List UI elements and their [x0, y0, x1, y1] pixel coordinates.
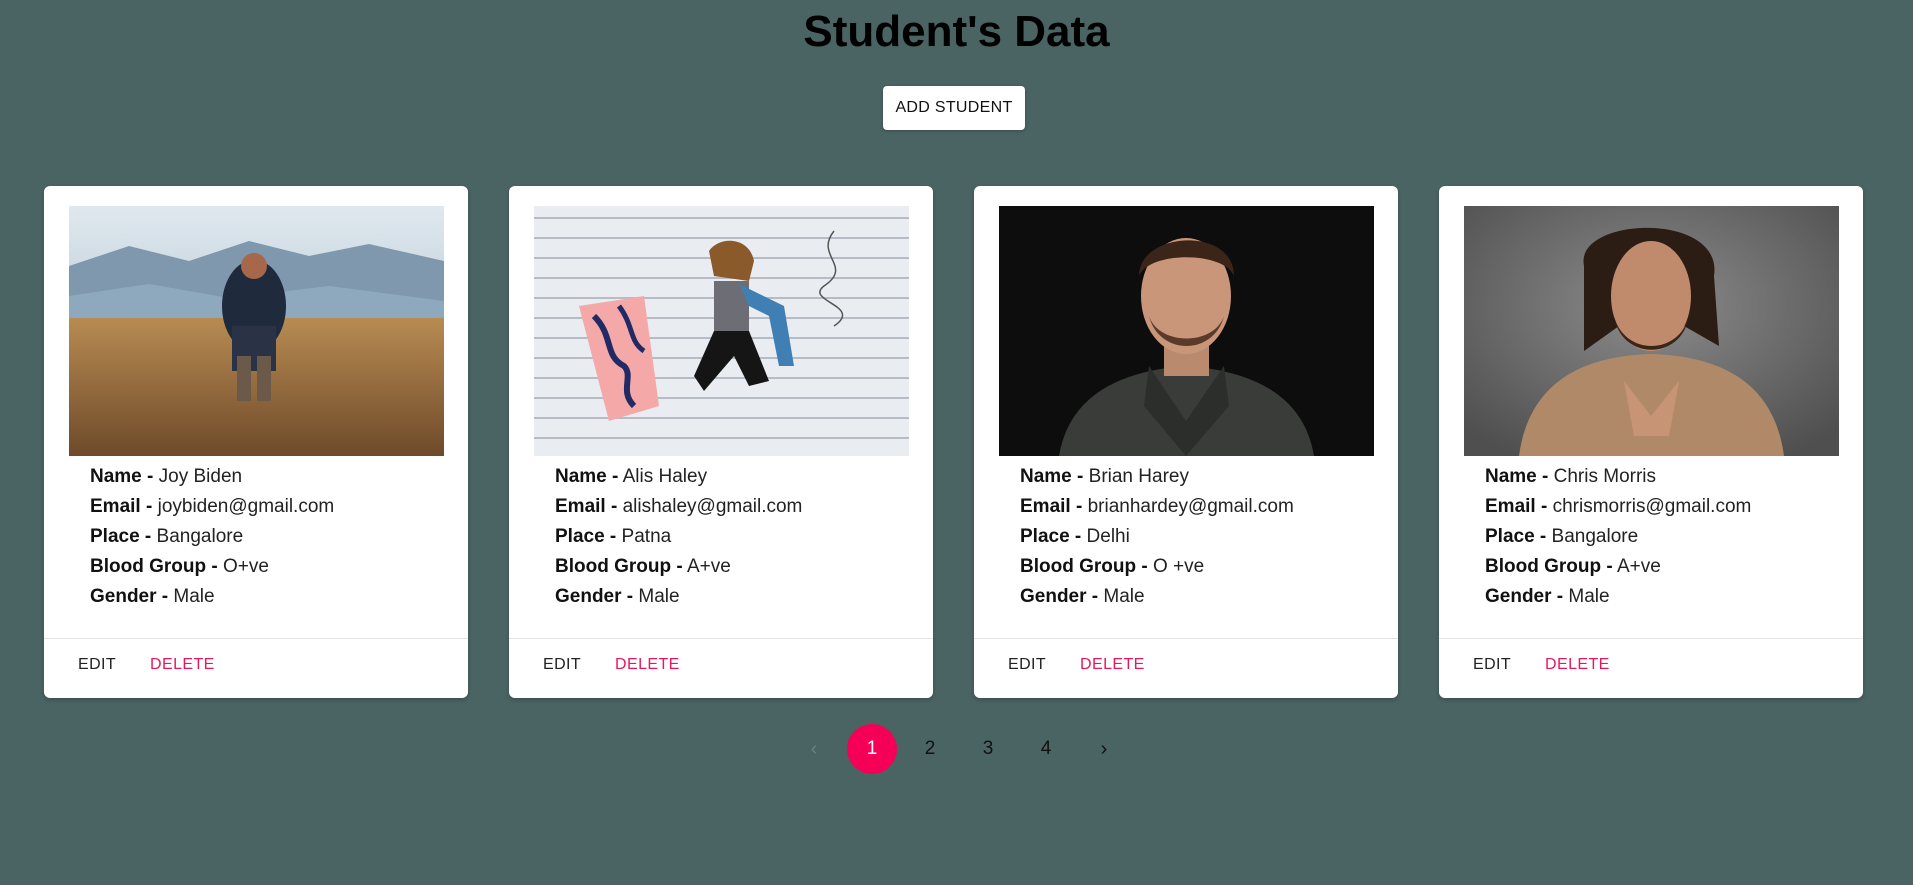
student-card: Name - Brian Harey Email - brianhardey@g…	[974, 186, 1398, 698]
place-row: Place - Delhi	[1020, 522, 1388, 552]
place-label: Place -	[555, 526, 617, 547]
delete-button[interactable]: DELETE	[603, 648, 692, 682]
place-row: Place - Patna	[555, 522, 923, 552]
chevron-right-icon[interactable]: ›	[1079, 724, 1129, 774]
delete-button[interactable]: DELETE	[138, 648, 227, 682]
name-label: Name -	[1020, 466, 1084, 487]
blood-group-label: Blood Group -	[90, 556, 218, 577]
blood-group-row: Blood Group - O+ve	[90, 552, 458, 582]
card-divider	[509, 638, 933, 639]
delete-button[interactable]: DELETE	[1068, 648, 1157, 682]
student-card: Name - Chris Morris Email - chrismorris@…	[1439, 186, 1863, 698]
blood-group-row: Blood Group - A+ve	[1485, 552, 1853, 582]
delete-button[interactable]: DELETE	[1533, 648, 1622, 682]
card-divider	[44, 638, 468, 639]
name-row: Name - Brian Harey	[1020, 462, 1388, 492]
name-value: Alis Haley	[622, 466, 708, 487]
student-cards: Name - Joy Biden Email - joybiden@gmail.…	[44, 186, 1863, 698]
student-info: Name - Joy Biden Email - joybiden@gmail.…	[90, 462, 458, 612]
email-label: Email -	[555, 496, 618, 517]
place-row: Place - Bangalore	[90, 522, 458, 552]
place-value: Patna	[621, 526, 672, 547]
blood-group-row: Blood Group - A+ve	[555, 552, 923, 582]
edit-button[interactable]: EDIT	[66, 648, 128, 682]
gender-row: Gender - Male	[1020, 582, 1388, 612]
blood-group-value: A+ve	[686, 556, 731, 577]
name-label: Name -	[90, 466, 154, 487]
gender-label: Gender -	[1020, 586, 1099, 607]
student-photo	[1464, 206, 1839, 456]
gender-row: Gender - Male	[1485, 582, 1853, 612]
chevron-left-icon[interactable]: ‹	[789, 724, 839, 774]
blood-group-row: Blood Group - O +ve	[1020, 552, 1388, 582]
name-label: Name -	[555, 466, 619, 487]
page-button-3[interactable]: 3	[963, 724, 1013, 774]
place-value: Bangalore	[1551, 526, 1639, 547]
email-row: Email - joybiden@gmail.com	[90, 492, 458, 522]
name-label: Name -	[1485, 466, 1549, 487]
student-photo	[534, 206, 909, 456]
name-value: Joy Biden	[158, 466, 243, 487]
student-photo	[999, 206, 1374, 456]
page-button-4[interactable]: 4	[1021, 724, 1071, 774]
gender-label: Gender -	[1485, 586, 1564, 607]
email-row: Email - alishaley@gmail.com	[555, 492, 923, 522]
card-divider	[1439, 638, 1863, 639]
place-value: Bangalore	[156, 526, 244, 547]
card-actions: EDIT DELETE	[66, 648, 227, 682]
blood-group-label: Blood Group -	[1020, 556, 1148, 577]
name-value: Brian Harey	[1088, 466, 1189, 487]
card-divider	[974, 638, 1398, 639]
email-row: Email - brianhardey@gmail.com	[1020, 492, 1388, 522]
student-info: Name - Chris Morris Email - chrismorris@…	[1485, 462, 1853, 612]
email-row: Email - chrismorris@gmail.com	[1485, 492, 1853, 522]
pagination: ‹ 1 2 3 4 ›	[789, 724, 1129, 774]
gender-row: Gender - Male	[555, 582, 923, 612]
blood-group-label: Blood Group -	[555, 556, 683, 577]
email-label: Email -	[1020, 496, 1083, 517]
blood-group-value: O +ve	[1152, 556, 1205, 577]
email-label: Email -	[1485, 496, 1548, 517]
card-actions: EDIT DELETE	[1461, 648, 1622, 682]
gender-value: Male	[173, 586, 215, 607]
card-actions: EDIT DELETE	[531, 648, 692, 682]
gender-row: Gender - Male	[90, 582, 458, 612]
page-button-1[interactable]: 1	[847, 724, 897, 774]
edit-button[interactable]: EDIT	[1461, 648, 1523, 682]
add-student-button[interactable]: ADD STUDENT	[883, 86, 1025, 130]
email-value: brianhardey@gmail.com	[1087, 496, 1294, 517]
place-label: Place -	[90, 526, 152, 547]
email-value: chrismorris@gmail.com	[1552, 496, 1752, 517]
place-label: Place -	[1020, 526, 1082, 547]
email-label: Email -	[90, 496, 153, 517]
student-photo	[69, 206, 444, 456]
student-card: Name - Joy Biden Email - joybiden@gmail.…	[44, 186, 468, 698]
place-label: Place -	[1485, 526, 1547, 547]
student-info: Name - Alis Haley Email - alishaley@gmai…	[555, 462, 923, 612]
edit-button[interactable]: EDIT	[531, 648, 593, 682]
place-row: Place - Bangalore	[1485, 522, 1853, 552]
gender-value: Male	[1568, 586, 1610, 607]
student-info: Name - Brian Harey Email - brianhardey@g…	[1020, 462, 1388, 612]
blood-group-value: A+ve	[1616, 556, 1661, 577]
gender-value: Male	[638, 586, 680, 607]
blood-group-value: O+ve	[222, 556, 269, 577]
gender-label: Gender -	[555, 586, 634, 607]
gender-value: Male	[1103, 586, 1145, 607]
name-row: Name - Chris Morris	[1485, 462, 1853, 492]
name-value: Chris Morris	[1553, 466, 1657, 487]
email-value: joybiden@gmail.com	[157, 496, 335, 517]
place-value: Delhi	[1086, 526, 1130, 547]
email-value: alishaley@gmail.com	[622, 496, 803, 517]
edit-button[interactable]: EDIT	[996, 648, 1058, 682]
name-row: Name - Joy Biden	[90, 462, 458, 492]
gender-label: Gender -	[90, 586, 169, 607]
card-actions: EDIT DELETE	[996, 648, 1157, 682]
page-button-2[interactable]: 2	[905, 724, 955, 774]
page-title: Student's Data	[803, 7, 1110, 56]
student-card: Name - Alis Haley Email - alishaley@gmai…	[509, 186, 933, 698]
name-row: Name - Alis Haley	[555, 462, 923, 492]
blood-group-label: Blood Group -	[1485, 556, 1613, 577]
